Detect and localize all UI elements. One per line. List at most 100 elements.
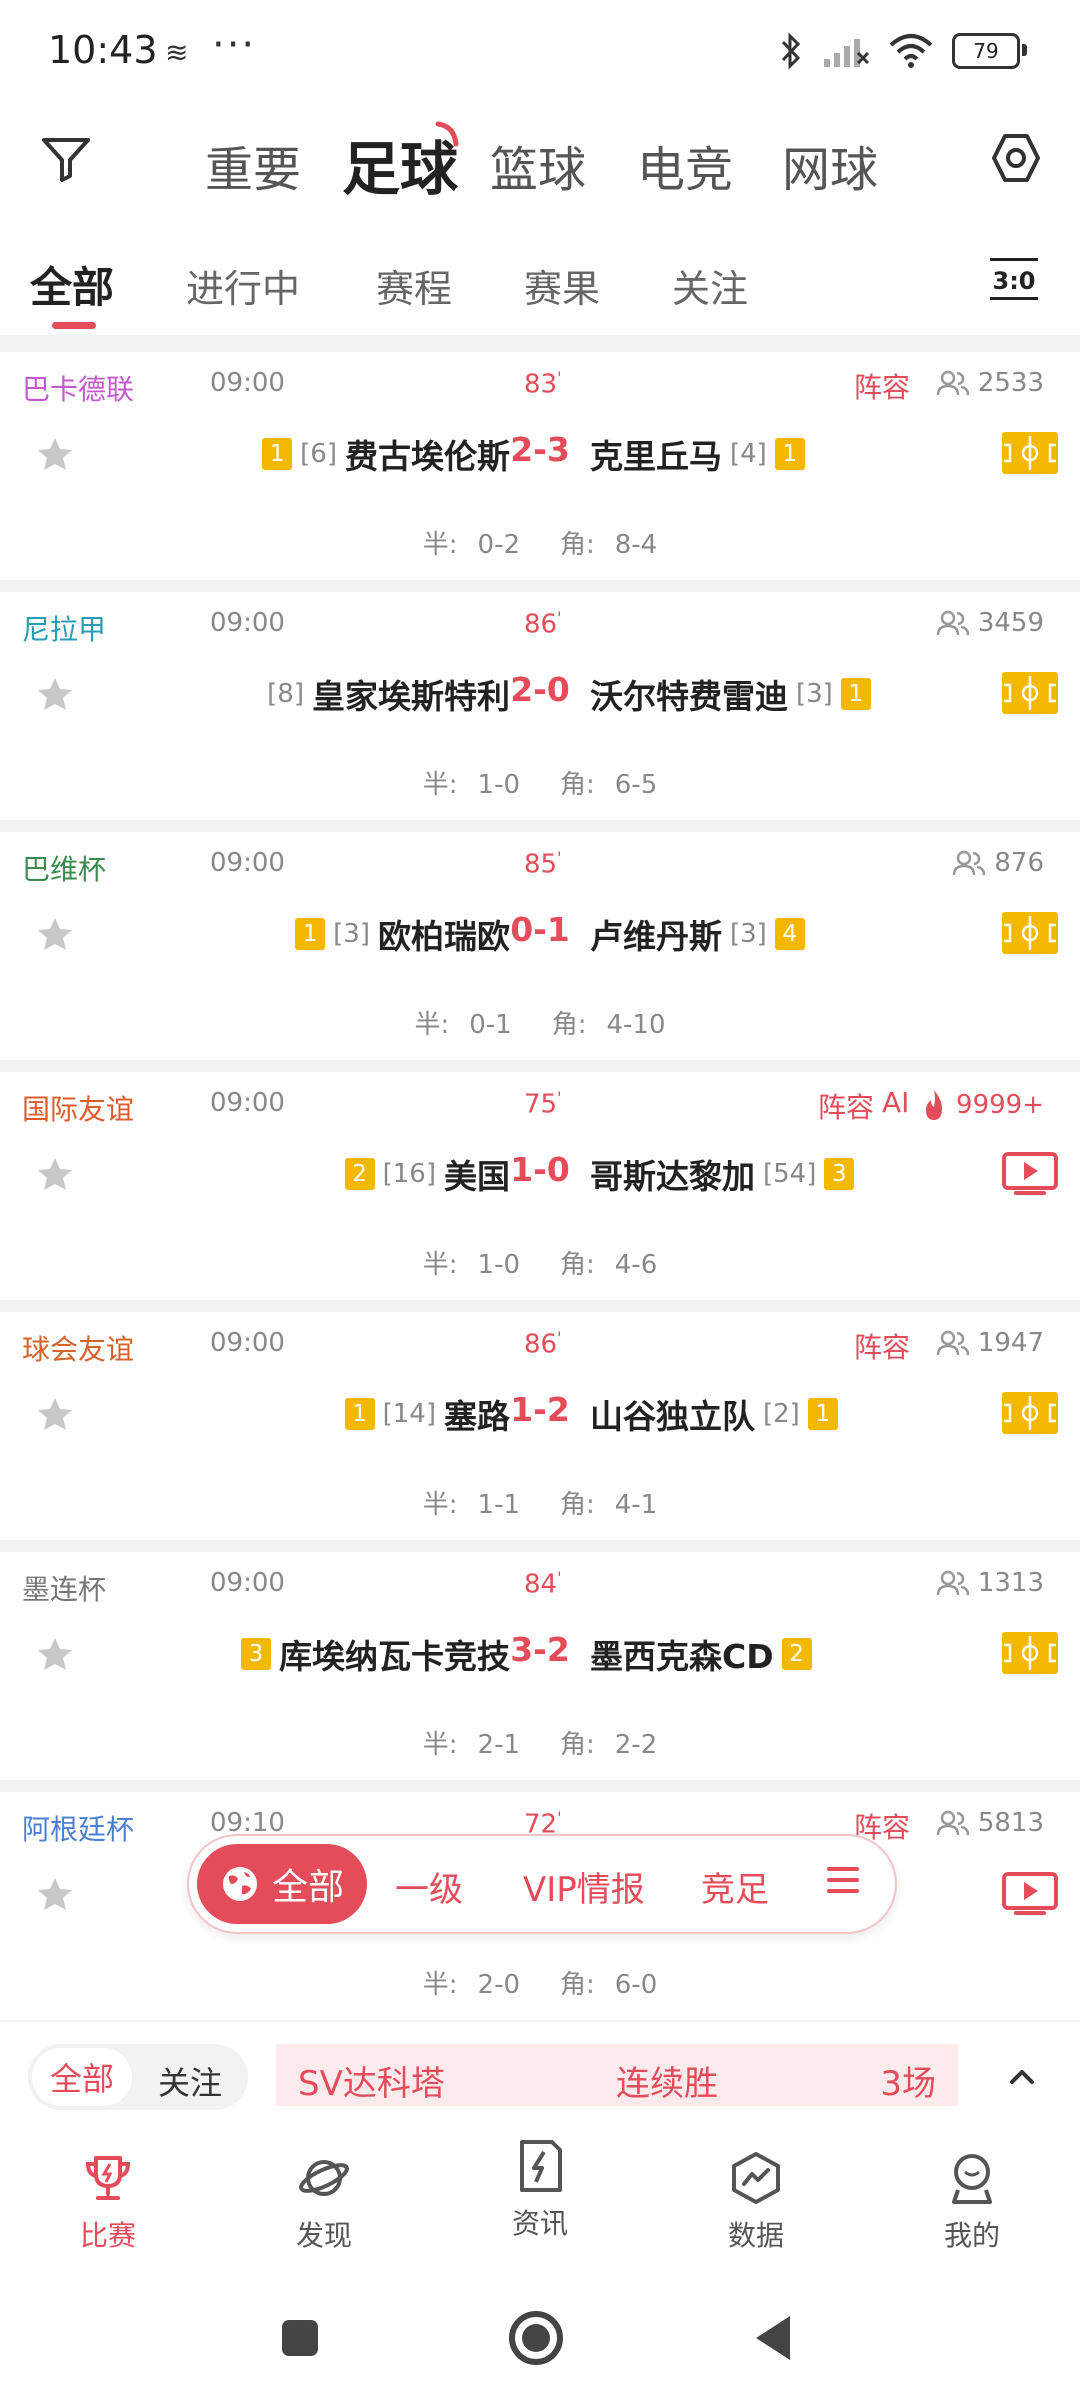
corner-label: 角: xyxy=(560,1250,595,1280)
corner-stat: 角: 2-2 xyxy=(550,1730,667,1760)
league-name[interactable]: 巴卡德联 xyxy=(22,368,134,408)
favorite-star-icon[interactable] xyxy=(36,1156,74,1194)
home-icon[interactable] xyxy=(508,2310,564,2366)
favorite-star-icon[interactable] xyxy=(36,916,74,954)
away-team[interactable]: 卢维丹斯 xyxy=(590,910,722,958)
streak-banner[interactable]: SV达科塔 连续胜 3场 xyxy=(276,2044,958,2106)
tab-results[interactable]: 赛果 xyxy=(524,258,600,313)
tab-important[interactable]: 重要 xyxy=(205,130,301,200)
match-minute: 84' xyxy=(524,1568,562,1600)
away-side: 克里丘马 [4] 1 xyxy=(590,430,805,478)
status-filter-tabs: 全部 进行中 赛程 赛果 关注 3:0 xyxy=(0,230,1080,335)
settings-icon[interactable] xyxy=(988,130,1044,186)
tab-all[interactable]: 全部 xyxy=(30,254,114,315)
animation-pitch-icon[interactable] xyxy=(1002,432,1058,474)
kickoff-time: 09:00 xyxy=(210,1328,285,1358)
filter-all-button[interactable]: 全部 xyxy=(197,1844,367,1924)
away-team[interactable]: 沃尔特费雷迪 xyxy=(590,670,788,718)
scoreboard-icon[interactable]: 3:0 xyxy=(988,256,1040,302)
viewer-count: 9999+ xyxy=(920,1088,1044,1122)
back-icon[interactable] xyxy=(752,2314,792,2362)
match-stats: 半: 2-1 角: 2-2 xyxy=(0,1724,1080,1761)
nav-matches[interactable]: 比赛 xyxy=(38,2150,178,2254)
away-team[interactable]: 墨西克森CD xyxy=(590,1630,774,1678)
tab-esports[interactable]: 电竞 xyxy=(637,130,733,200)
favorite-star-icon[interactable] xyxy=(36,436,74,474)
league-name[interactable]: 国际友谊 xyxy=(22,1088,134,1128)
tab-live[interactable]: 进行中 xyxy=(186,258,300,313)
tab-schedule[interactable]: 赛程 xyxy=(376,258,452,313)
nav-discover[interactable]: 发现 xyxy=(254,2150,394,2254)
league-name[interactable]: 球会友谊 xyxy=(22,1328,134,1368)
match-card[interactable]: 墨连杯 09:00 84' 1313 3 库埃纳瓦卡竞技 3-2 墨西克森CD 2 半: 2-1 角:… xyxy=(0,1552,1080,1780)
filter-icon[interactable] xyxy=(38,130,94,186)
live-video-icon[interactable] xyxy=(1002,1872,1058,1916)
away-yellow-card: 4 xyxy=(774,918,805,950)
favorite-star-icon[interactable] xyxy=(36,676,74,714)
viewer-number: 2533 xyxy=(977,368,1044,398)
match-card[interactable]: 巴维杯 09:00 85' 876 1 [3] 欧柏瑞欧 0-1 卢维丹斯 [3] 4 半: 0-1 角:… xyxy=(0,832,1080,1060)
viewer-count: 876 xyxy=(952,848,1044,878)
people-icon xyxy=(936,1810,970,1836)
filter-jingzu[interactable]: 竞足 xyxy=(701,1862,769,1911)
filter-vip[interactable]: VIP情报 xyxy=(523,1862,645,1911)
animation-pitch-icon[interactable] xyxy=(1002,1392,1058,1434)
nav-data[interactable]: 数据 xyxy=(686,2150,826,2254)
away-team[interactable]: 山谷独立队 xyxy=(590,1390,755,1438)
profile-icon xyxy=(952,2154,992,2204)
corner-stat: 角: 8-4 xyxy=(550,530,667,560)
animation-pitch-icon[interactable] xyxy=(1002,672,1058,714)
home-team[interactable]: 费古埃伦斯 xyxy=(345,430,510,478)
league-name[interactable]: 巴维杯 xyxy=(22,848,106,888)
league-name[interactable]: 墨连杯 xyxy=(22,1568,106,1608)
match-card[interactable]: 尼拉甲 09:00 86' 3459 [8] 皇家埃斯特利 2-0 沃尔特费雷迪 [3] 1 半: 1… xyxy=(0,592,1080,820)
battery-icon: 79 xyxy=(952,33,1027,69)
match-minute: 86' xyxy=(524,608,562,640)
streak-type: 连续胜 xyxy=(616,2064,718,2104)
corner-count: 2-2 xyxy=(614,1730,658,1760)
match-card[interactable]: 巴卡德联 09:00 83' 阵容 2533 1 [6] 费古埃伦斯 2-3 克里丘马 [4] 1 半:… xyxy=(0,352,1080,580)
lineup-link[interactable]: 阵容 xyxy=(854,366,910,406)
halftime-stat: 半: 1-0 xyxy=(413,770,530,800)
recent-apps-icon[interactable] xyxy=(280,2318,320,2358)
live-video-icon[interactable] xyxy=(1002,1152,1058,1196)
home-team[interactable]: 库埃纳瓦卡竞技 xyxy=(279,1630,510,1678)
ticker-follow-button[interactable]: 关注 xyxy=(158,2058,222,2104)
tab-followed[interactable]: 关注 xyxy=(672,258,748,313)
nav-profile[interactable]: 我的 xyxy=(902,2150,1042,2254)
league-name[interactable]: 阿根廷杯 xyxy=(22,1808,134,1848)
favorite-star-icon[interactable] xyxy=(36,1396,74,1434)
home-team[interactable]: 皇家埃斯特利 xyxy=(312,670,510,718)
home-side: 1 [14] 塞路 xyxy=(344,1390,510,1438)
away-team[interactable]: 克里丘马 xyxy=(590,430,722,478)
animation-pitch-icon[interactable] xyxy=(1002,912,1058,954)
away-team[interactable]: 哥斯达黎加 xyxy=(590,1150,755,1198)
ticker-all-button[interactable]: 全部 xyxy=(32,2048,132,2106)
match-stats: 半: 1-0 角: 4-6 xyxy=(0,1244,1080,1281)
league-name[interactable]: 尼拉甲 xyxy=(22,608,106,648)
lineup-link[interactable]: 阵容 xyxy=(854,1326,910,1366)
match-card[interactable]: 国际友谊 09:00 75' 阵容 AI 9999+ 2 [16] 美国 1-0 哥斯达黎加 [54]… xyxy=(0,1072,1080,1300)
halftime-stat: 半: 0-1 xyxy=(404,1010,521,1040)
chevron-up-icon[interactable] xyxy=(1004,2058,1040,2094)
menu-icon[interactable] xyxy=(825,1862,861,1898)
tab-basketball[interactable]: 篮球 xyxy=(490,130,586,200)
ai-link[interactable]: AI xyxy=(882,1086,909,1119)
lineup-link[interactable]: 阵容 xyxy=(818,1086,874,1126)
viewer-number: 1313 xyxy=(977,1568,1044,1598)
home-team[interactable]: 美国 xyxy=(444,1150,510,1198)
favorite-star-icon[interactable] xyxy=(36,1876,74,1914)
nav-news[interactable]: 资讯 xyxy=(470,2140,610,2242)
corner-count: 4-1 xyxy=(614,1490,658,1520)
filter-level1[interactable]: 一级 xyxy=(395,1862,463,1911)
favorite-star-icon[interactable] xyxy=(36,1636,74,1674)
animation-pitch-icon[interactable] xyxy=(1002,1632,1058,1674)
match-card[interactable]: 球会友谊 09:00 86' 阵容 1947 1 [14] 塞路 1-2 山谷独立队 [2] 1 半: 1… xyxy=(0,1312,1080,1540)
away-rank: [2] xyxy=(763,1399,800,1429)
minute-value: 84 xyxy=(524,1569,558,1600)
home-team[interactable]: 欧柏瑞欧 xyxy=(378,910,510,958)
match-score: 1-2 xyxy=(510,1390,570,1429)
corner-label: 角: xyxy=(560,770,595,800)
home-team[interactable]: 塞路 xyxy=(444,1390,510,1438)
tab-tennis[interactable]: 网球 xyxy=(782,130,878,200)
